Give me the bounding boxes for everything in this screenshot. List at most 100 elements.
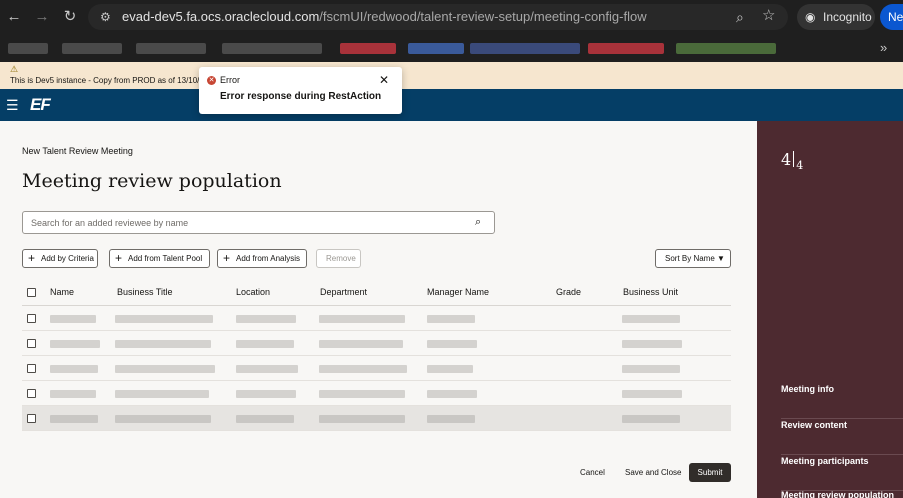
select-all-checkbox[interactable] bbox=[27, 288, 36, 297]
redacted-cell bbox=[319, 365, 407, 373]
redacted-cell bbox=[427, 390, 477, 398]
redacted-cell bbox=[622, 315, 680, 323]
reload-icon[interactable]: ↻ bbox=[60, 7, 80, 27]
zoom-icon[interactable]: ⌕ bbox=[736, 8, 744, 26]
redacted-cell bbox=[115, 390, 209, 398]
toast-title: Error bbox=[220, 75, 240, 85]
row-checkbox[interactable] bbox=[27, 389, 36, 398]
page-title: Meeting review population bbox=[22, 170, 282, 192]
redacted-cell bbox=[50, 415, 98, 423]
add-from-talent-pool-button[interactable]: + Add from Talent Pool bbox=[109, 249, 210, 268]
forward-arrow-icon[interactable]: → bbox=[32, 7, 52, 27]
step-review-content[interactable]: Review content bbox=[781, 419, 903, 455]
site-settings-icon[interactable]: ⚙ bbox=[100, 9, 111, 25]
sort-by-dropdown[interactable]: Sort By Name ▼ bbox=[655, 249, 731, 268]
table-row[interactable] bbox=[22, 406, 731, 431]
redacted-cell bbox=[236, 315, 296, 323]
bookmark-item[interactable] bbox=[136, 43, 206, 54]
row-checkbox[interactable] bbox=[27, 314, 36, 323]
add-from-analysis-button[interactable]: + Add from Analysis bbox=[217, 249, 307, 268]
bookmark-item[interactable] bbox=[408, 43, 464, 54]
bookmark-star-icon[interactable]: ☆ bbox=[762, 7, 775, 25]
table-row[interactable] bbox=[22, 381, 731, 406]
reviewee-search[interactable]: ⌕ bbox=[22, 211, 495, 234]
bookmarks-bar: » bbox=[0, 34, 903, 62]
add-by-criteria-button[interactable]: + Add by Criteria bbox=[22, 249, 98, 268]
column-header[interactable]: Grade bbox=[556, 287, 581, 298]
error-toast: ✕ Error Error response during RestAction… bbox=[199, 67, 402, 114]
plus-icon: + bbox=[115, 251, 123, 265]
step-meeting-participants[interactable]: Meeting participants bbox=[781, 455, 903, 491]
hamburger-menu-icon[interactable]: ☰ bbox=[6, 97, 19, 113]
cancel-button[interactable]: Cancel bbox=[580, 468, 605, 478]
redacted-cell bbox=[236, 415, 294, 423]
company-logo[interactable]: EF bbox=[30, 95, 51, 115]
browser-toolbar: ← → ↻ ⚙ evad-dev5.fa.ocs.oraclecloud.com… bbox=[0, 0, 903, 34]
breadcrumb[interactable]: New Talent Review Meeting bbox=[22, 146, 133, 157]
redacted-cell bbox=[427, 415, 475, 423]
column-header[interactable]: Business Title bbox=[117, 287, 173, 298]
redacted-cell bbox=[319, 415, 405, 423]
warning-icon: ⚠ bbox=[10, 64, 19, 74]
redacted-cell bbox=[622, 365, 680, 373]
redacted-cell bbox=[50, 365, 98, 373]
redacted-cell bbox=[115, 315, 213, 323]
bookmark-item[interactable] bbox=[588, 43, 664, 54]
bookmark-item[interactable] bbox=[676, 43, 776, 54]
column-header[interactable]: Name bbox=[50, 287, 74, 298]
bookmark-item[interactable] bbox=[222, 43, 322, 54]
redacted-cell bbox=[236, 340, 294, 348]
step-meeting-review-population[interactable]: Meeting review population bbox=[781, 489, 903, 498]
row-checkbox[interactable] bbox=[27, 339, 36, 348]
bookmark-item[interactable] bbox=[8, 43, 48, 54]
chevron-down-icon: ▼ bbox=[717, 254, 725, 263]
step-meeting-info[interactable]: Meeting info bbox=[781, 383, 903, 419]
search-icon[interactable]: ⌕ bbox=[475, 215, 481, 229]
redacted-cell bbox=[115, 415, 211, 423]
row-checkbox[interactable] bbox=[27, 414, 36, 423]
column-header[interactable]: Manager Name bbox=[427, 287, 489, 298]
save-and-close-button[interactable]: Save and Close bbox=[625, 468, 681, 478]
search-input[interactable] bbox=[31, 216, 471, 229]
back-arrow-icon[interactable]: ← bbox=[4, 7, 24, 27]
redacted-cell bbox=[50, 390, 96, 398]
incognito-indicator[interactable]: ◉ Incognito bbox=[797, 4, 875, 30]
plus-icon: + bbox=[223, 251, 231, 265]
incognito-icon: ◉ bbox=[805, 10, 816, 24]
redacted-cell bbox=[236, 365, 298, 373]
new-chrome-button[interactable]: New bbox=[880, 4, 903, 30]
bookmark-item[interactable] bbox=[470, 43, 580, 54]
column-header[interactable]: Business Unit bbox=[623, 287, 678, 298]
address-bar[interactable]: ⚙ evad-dev5.fa.ocs.oraclecloud.com/fscmU… bbox=[88, 4, 788, 30]
column-header[interactable]: Department bbox=[320, 287, 367, 298]
redacted-cell bbox=[319, 390, 405, 398]
bookmark-item[interactable] bbox=[340, 43, 396, 54]
main-content: New Talent Review Meeting Meeting review… bbox=[0, 121, 757, 498]
table-row[interactable] bbox=[22, 331, 731, 356]
table-row[interactable] bbox=[22, 356, 731, 381]
redacted-cell bbox=[115, 365, 215, 373]
redacted-cell bbox=[622, 415, 680, 423]
more-bookmarks-icon[interactable]: » bbox=[880, 39, 887, 57]
step-panel: 44 Meeting info Review content Meeting p… bbox=[757, 121, 903, 498]
redacted-cell bbox=[427, 365, 473, 373]
redacted-cell bbox=[50, 340, 100, 348]
instance-banner: ⚠ This is Dev5 instance - Copy from PROD… bbox=[0, 62, 903, 89]
reviewee-table: Name Business Title Location Department … bbox=[22, 279, 731, 431]
remove-button[interactable]: Remove bbox=[316, 249, 361, 268]
redacted-cell bbox=[427, 340, 477, 348]
redacted-cell bbox=[115, 340, 211, 348]
redacted-cell bbox=[622, 390, 682, 398]
submit-button[interactable]: Submit bbox=[689, 463, 731, 482]
column-header[interactable]: Location bbox=[236, 287, 270, 298]
row-checkbox[interactable] bbox=[27, 364, 36, 373]
plus-icon: + bbox=[28, 251, 36, 265]
step-counter: 44 bbox=[781, 150, 804, 172]
redacted-cell bbox=[319, 340, 403, 348]
table-header: Name Business Title Location Department … bbox=[22, 279, 731, 306]
bookmark-item[interactable] bbox=[62, 43, 122, 54]
close-icon[interactable]: ✕ bbox=[379, 73, 389, 87]
redacted-cell bbox=[319, 315, 405, 323]
redacted-cell bbox=[50, 315, 96, 323]
table-row[interactable] bbox=[22, 306, 731, 331]
